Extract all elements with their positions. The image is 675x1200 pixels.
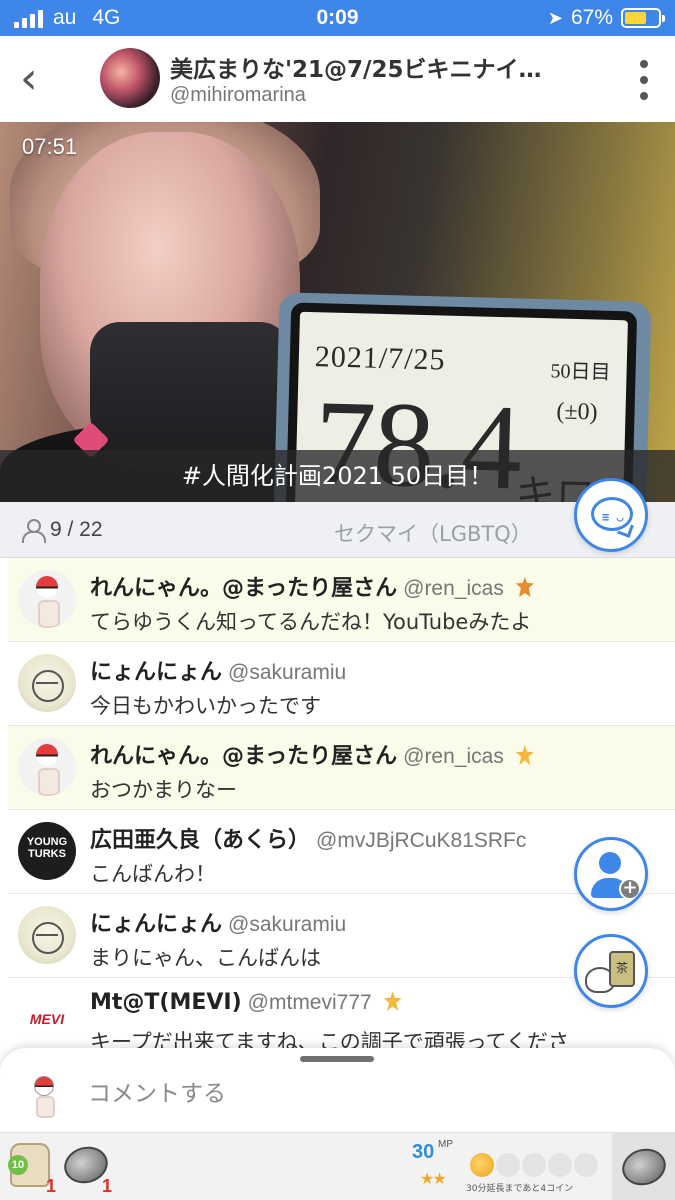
coin-progress-dot bbox=[548, 1153, 572, 1177]
commenter-avatar[interactable] bbox=[18, 654, 76, 712]
drag-handle[interactable] bbox=[300, 1056, 374, 1062]
commenter-handle: @sakuramiu bbox=[228, 661, 347, 684]
avatar-logo-text: MEVI bbox=[29, 1011, 65, 1027]
coin-item-button[interactable]: 1 bbox=[60, 1141, 112, 1196]
comment-item[interactable]: にょんにょん @sakuramiu 今日もかわいかったです bbox=[8, 642, 675, 726]
coin-progress-dots bbox=[470, 1153, 598, 1177]
more-menu-icon[interactable] bbox=[639, 60, 649, 100]
user-add-icon bbox=[599, 852, 621, 874]
seed-item-button[interactable]: 10 1 bbox=[6, 1141, 56, 1196]
comment-input[interactable] bbox=[88, 1076, 568, 1112]
commenter-name: れんにゃん。@まったり屋さん bbox=[90, 744, 398, 769]
broadcaster-handle: @mihiromarina bbox=[170, 84, 306, 106]
comment-item[interactable]: れんにゃん。@まったり屋さん @ren_icas てらゆうくん知ってるんだね！Yo… bbox=[8, 558, 675, 642]
coin-progress-dot bbox=[470, 1153, 494, 1177]
plus-icon: + bbox=[619, 878, 641, 900]
commenter-handle: @ren_icas bbox=[403, 577, 504, 600]
commenter-avatar[interactable] bbox=[18, 738, 76, 796]
comment-list[interactable]: れんにゃん。@まったり屋さん @ren_icas てらゆうくん知ってるんだね！Yo… bbox=[0, 558, 675, 1058]
board-days: 50日目 bbox=[550, 360, 611, 384]
tea-stamp-icon: 茶 bbox=[585, 949, 641, 999]
commenter-avatar[interactable] bbox=[18, 906, 76, 964]
extension-label: 30分延長まであと4コイン bbox=[466, 1184, 574, 1194]
stamp-button[interactable]: 茶 bbox=[574, 934, 648, 1008]
follow-button[interactable]: + bbox=[574, 837, 648, 911]
mp-indicator: 30 MP ★★ bbox=[410, 1139, 464, 1193]
board-diff: (±0) bbox=[556, 398, 598, 426]
broadcaster-avatar[interactable] bbox=[100, 48, 160, 108]
battery-icon bbox=[621, 8, 665, 28]
viewer-count[interactable]: 9 / 22 bbox=[22, 518, 103, 543]
coin-icon bbox=[618, 1143, 670, 1191]
comment-text: てらゆうくん知ってるんだね！YouTubeみたよ bbox=[90, 610, 532, 634]
coin-progress-dot bbox=[496, 1153, 520, 1177]
coin-progress-dot bbox=[574, 1153, 598, 1177]
comment-composer bbox=[0, 1048, 675, 1132]
stream-caption: #人間化計画2021 50日目！ bbox=[0, 450, 675, 502]
stream-timer: 07:51 bbox=[22, 134, 78, 159]
comment-text: こんばんわ！ bbox=[90, 862, 216, 886]
status-bar: au 4G 0:09 ➤ 67% bbox=[0, 0, 675, 36]
board-date: 2021/7/25 bbox=[314, 340, 446, 377]
bottom-toolbar: 10 1 1 30 MP ★★ 30分延長まであと4コイン bbox=[0, 1132, 675, 1200]
stream-category[interactable]: セクマイ（LGBTQ） bbox=[334, 518, 532, 548]
person-icon bbox=[22, 519, 46, 543]
commenter-handle: @ren_icas bbox=[403, 745, 504, 768]
send-coin-button[interactable] bbox=[612, 1133, 675, 1200]
commenter-name: にょんにょん bbox=[90, 912, 223, 937]
comment-item[interactable]: MEVI Mt@T(MEVI) @mtmevi777 キープだ出来てますね、この調… bbox=[8, 978, 675, 1058]
comment-text: まりにゃん、こんばんは bbox=[90, 946, 321, 970]
commenter-handle: @sakuramiu bbox=[228, 913, 347, 936]
commenter-avatar[interactable]: MEVI bbox=[18, 990, 76, 1048]
commenter-avatar[interactable]: YOUNG TURKS bbox=[18, 822, 76, 880]
back-button[interactable]: ‹ bbox=[20, 56, 60, 102]
comment-toggle-button[interactable]: ≡ ◡ bbox=[574, 478, 648, 552]
star-badge-icon bbox=[515, 745, 534, 765]
stream-header: ‹ 美広まりな'21@7/25ビキニナイ… @mihiromarina bbox=[0, 36, 675, 122]
coin-progress-dot bbox=[522, 1153, 546, 1177]
seed-level: 10 bbox=[8, 1155, 28, 1175]
commenter-name: れんにゃん。@まったり屋さん bbox=[90, 576, 398, 601]
battery-percent: 67% bbox=[570, 6, 613, 29]
mp-value: 30 bbox=[412, 1141, 435, 1163]
commenter-name: Mt@T(MEVI) bbox=[90, 990, 242, 1015]
star-badge-icon bbox=[383, 991, 402, 1011]
mp-unit: MP bbox=[438, 1139, 453, 1150]
mp-stars: ★★ bbox=[420, 1169, 447, 1188]
broadcaster-name[interactable]: 美広まりな'21@7/25ビキニナイ… bbox=[170, 50, 570, 84]
my-avatar bbox=[24, 1074, 64, 1118]
comment-text: おつかまりなー bbox=[90, 778, 237, 802]
commenter-name: 広田亜久良（あくら） bbox=[90, 828, 311, 853]
location-icon: ➤ bbox=[547, 7, 563, 28]
medal-icon bbox=[515, 577, 534, 597]
coin-count: 1 bbox=[101, 1176, 112, 1196]
viewer-count-text: 9 / 22 bbox=[50, 518, 103, 541]
comment-text: 今日もかわいかったです bbox=[90, 694, 321, 718]
chat-bubble-icon: ≡ ◡ bbox=[591, 497, 633, 531]
live-video[interactable]: 2021/7/25 50日目 78.4 (±0) キロ 07:51 #人間化計画… bbox=[0, 122, 675, 502]
commenter-handle: @mvJBjRCuK81SRFc bbox=[316, 829, 527, 852]
extension-progress: 30分延長まであと4コイン bbox=[466, 1141, 604, 1194]
avatar-logo-text: YOUNG TURKS bbox=[26, 836, 68, 860]
comment-item[interactable]: れんにゃん。@まったり屋さん @ren_icas おつかまりなー bbox=[8, 726, 675, 810]
commenter-handle: @mtmevi777 bbox=[247, 991, 372, 1014]
commenter-name: にょんにょん bbox=[90, 660, 223, 685]
seed-count: 1 bbox=[45, 1176, 56, 1196]
commenter-avatar[interactable] bbox=[18, 570, 76, 628]
